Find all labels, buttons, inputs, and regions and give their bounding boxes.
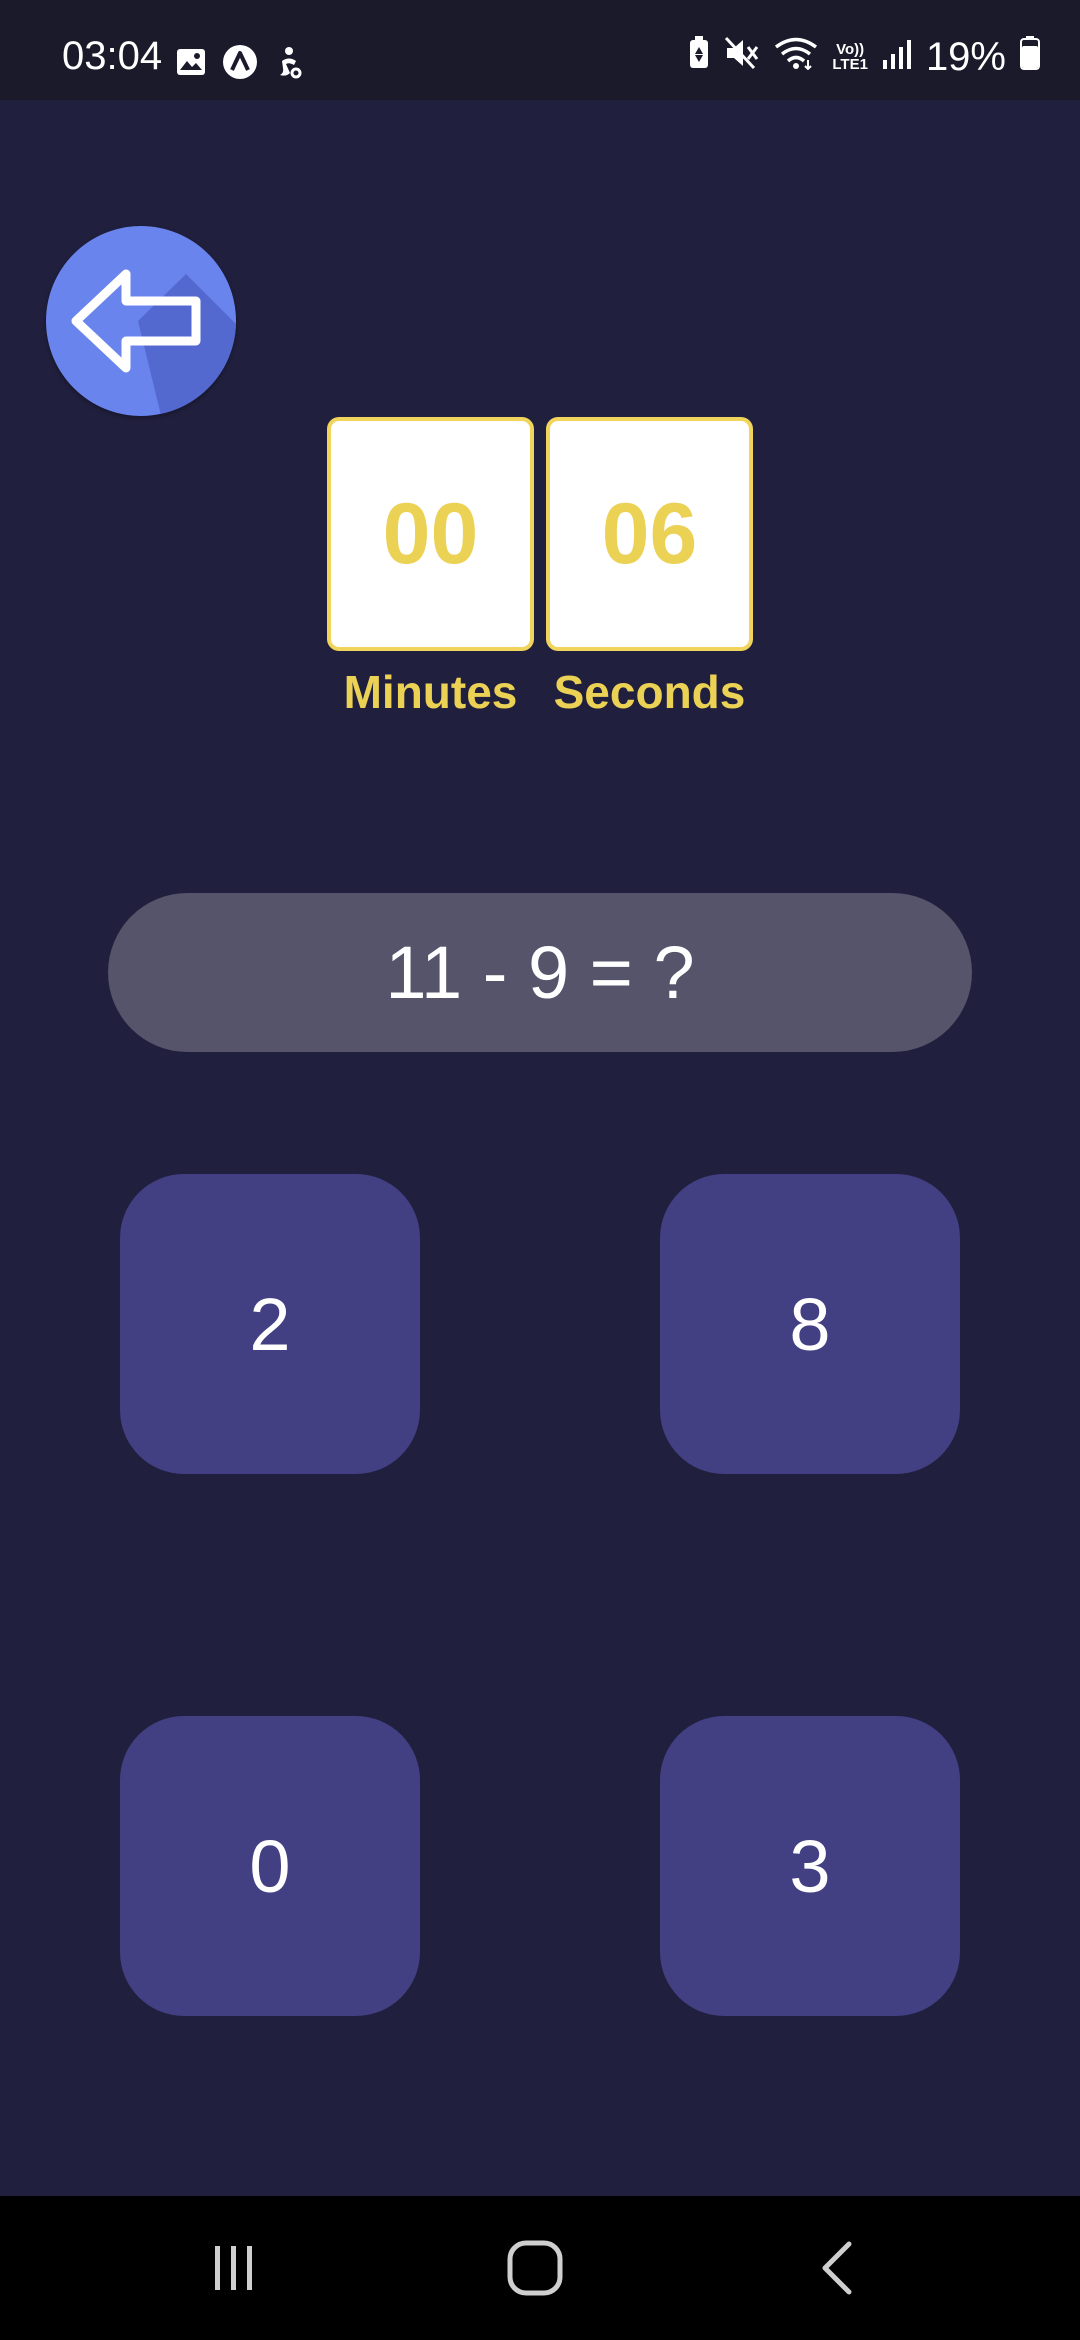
back-button[interactable] [46,226,236,416]
left-arrow-icon [71,269,236,416]
answer-button[interactable]: 8 [660,1174,960,1474]
home-button[interactable] [435,2196,635,2340]
volte-label-top: Vo)) [836,40,865,58]
minutes-label: Minutes [343,666,518,718]
signal-icon [882,37,912,77]
gallery-icon [176,48,206,81]
battery-percent: 19% [925,34,1006,79]
mute-icon [724,36,760,77]
volte-label-bottom: LTE1 [832,55,868,73]
status-time: 03:04 [62,34,163,78]
answer-button[interactable]: 3 [660,1716,960,2016]
seconds-label: Seconds [553,666,746,718]
recent-apps-icon [215,2246,252,2290]
answer-button[interactable]: 0 [120,1716,420,2016]
back-chevron-icon [822,2241,852,2295]
minutes-box: 00 [327,417,534,651]
question-display: 11 - 9 = ? [108,893,972,1052]
wifi-icon [774,36,818,77]
seconds-unit: 06 Seconds [546,417,753,719]
accessibility-icon [274,45,304,84]
answer-button[interactable]: 2 [120,1174,420,1474]
system-nav-bar [0,2196,1080,2340]
status-left-icons [176,44,304,85]
minutes-unit: 00 Minutes [327,417,534,719]
status-bar: 03:04 Vo)) LTE1 19% [0,0,1080,100]
app-a-icon [222,44,258,85]
home-icon [507,2240,563,2296]
recent-apps-button[interactable] [133,2196,333,2340]
battery-icon [1020,36,1040,77]
battery-saver-icon [688,36,710,77]
nav-back-button[interactable] [737,2196,937,2340]
volte-icon: Vo)) LTE1 [832,42,868,72]
status-right-icons: Vo)) LTE1 19% [688,36,1040,77]
seconds-box: 06 [546,417,753,651]
timer: 00 Minutes 06 Seconds [327,417,753,719]
